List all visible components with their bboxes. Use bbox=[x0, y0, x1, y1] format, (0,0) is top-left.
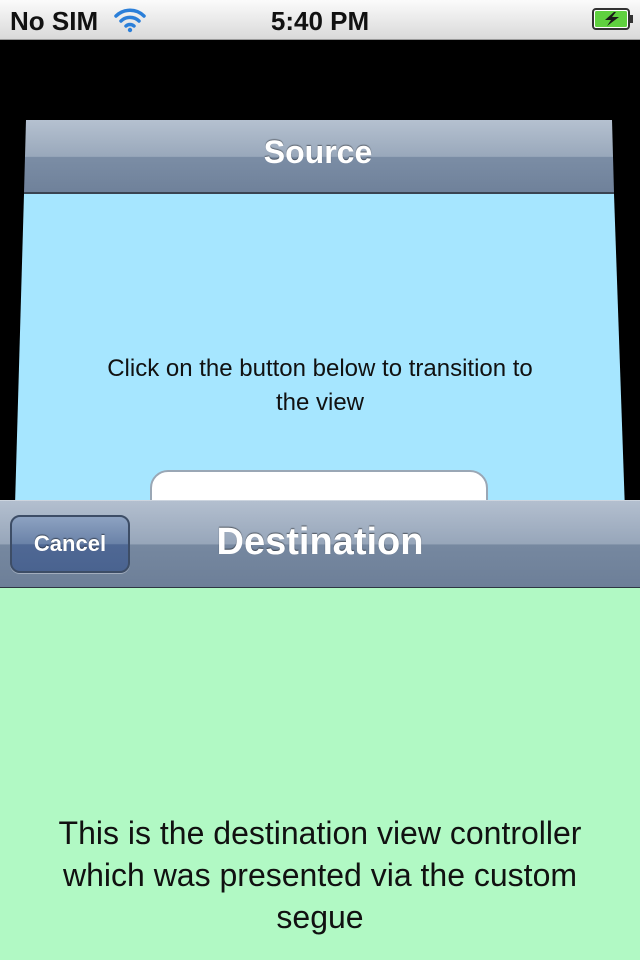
destination-body: This is the destination view controller … bbox=[0, 588, 640, 960]
destination-message: This is the destination view controller … bbox=[58, 815, 582, 935]
destination-view: Cancel Destination This is the destinati… bbox=[0, 500, 640, 960]
source-card-shape bbox=[14, 120, 626, 540]
screen: No SIM 5:40 PM Source Click on the butto… bbox=[0, 0, 640, 960]
destination-title: Destination bbox=[216, 521, 424, 563]
destination-navbar: Cancel Destination bbox=[0, 500, 640, 588]
source-view: Source Click on the button below to tran… bbox=[0, 0, 640, 540]
source-title: Source bbox=[263, 134, 373, 170]
source-message: Click on the button below to transition … bbox=[107, 355, 533, 416]
